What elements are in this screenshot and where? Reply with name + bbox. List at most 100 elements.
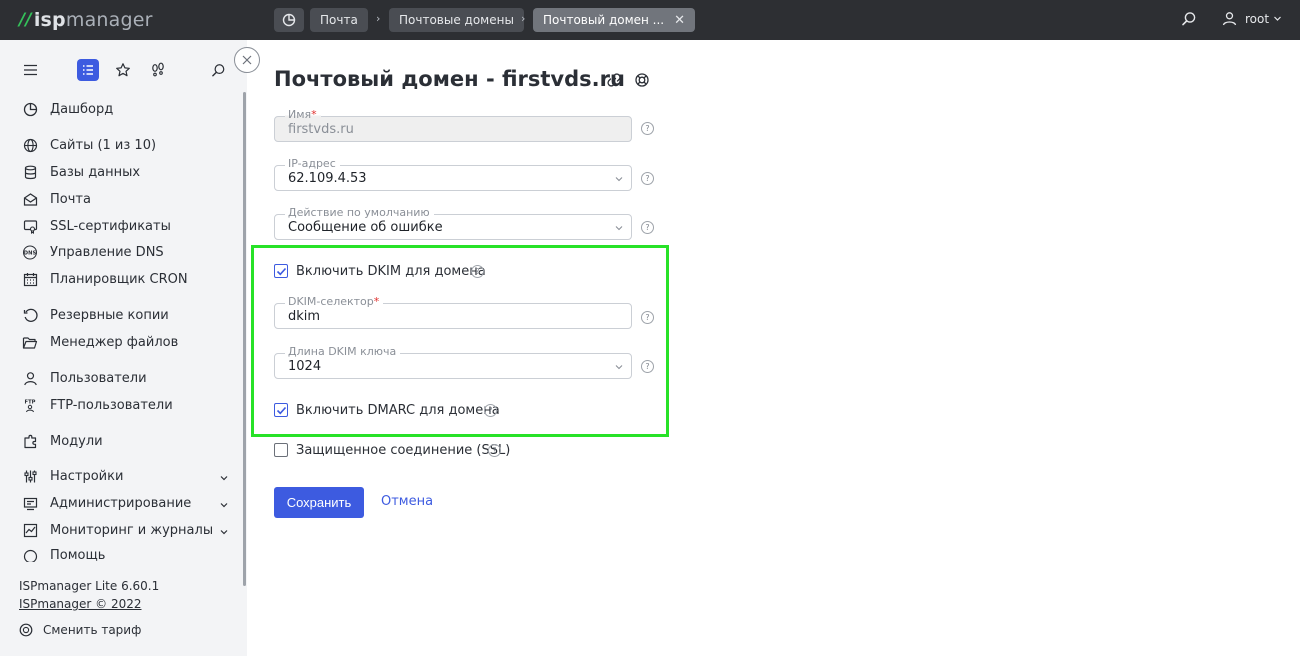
dmarc-enable-checkbox[interactable]: Включить DMARC для домена [274, 402, 500, 418]
database-icon [22, 164, 38, 180]
sidebar-item-dns[interactable]: DNS Управление DNS [22, 242, 164, 262]
footsteps-icon [152, 62, 164, 77]
ip-address-select[interactable]: IP-адрес 62.109.4.53 [274, 157, 632, 191]
page-title: Почтовый домен - firstvds.ru [274, 67, 625, 91]
menu-toggle-button[interactable] [19, 59, 41, 81]
sidebar-item-label: Дашборд [50, 101, 114, 117]
chevron-down-icon [615, 226, 623, 231]
dashboard-icon [282, 13, 296, 27]
svg-text:FTP: FTP [25, 399, 36, 405]
sidebar-item-help[interactable]: Помощь [22, 548, 105, 562]
sidebar-item-modules[interactable]: Модули [22, 431, 103, 451]
checkbox-box[interactable] [274, 264, 288, 278]
default-action-select[interactable]: Действие по умолчанию Сообщение об ошибк… [274, 206, 632, 240]
dkim-length-label: Длина DKIM ключа [285, 345, 401, 359]
sidebar-item-label: Мониторинг и журналы [50, 522, 214, 538]
menu-list-view-button[interactable] [77, 59, 99, 81]
dns-icon: DNS [22, 244, 38, 260]
sidebar-item-label: Сайты (1 из 10) [50, 137, 157, 153]
checkmark-icon [276, 267, 286, 275]
sidebar-item-backups[interactable]: Резервные копии [22, 305, 169, 325]
close-tab-icon[interactable]: ✕ [674, 13, 685, 28]
sidebar-scrollbar[interactable] [243, 92, 246, 586]
logo-mark-icon: // [19, 10, 32, 30]
mail-icon [22, 191, 38, 207]
sidebar-item-label: Помощь [50, 548, 106, 562]
breadcrumb-label: Почтовый домен ... [543, 13, 665, 27]
sidebar: Дашборд Сайты (1 из 10) Базы данных Почт… [0, 40, 247, 656]
help-icon[interactable]: ? [641, 172, 654, 185]
user-menu[interactable]: root [1222, 11, 1282, 26]
certificate-icon [22, 218, 38, 234]
chevron-down-icon[interactable] [219, 527, 229, 537]
chevron-down-icon[interactable] [219, 473, 229, 483]
sidebar-item-cron[interactable]: Планировщик CRON [22, 269, 188, 289]
breadcrumb-home-button[interactable] [274, 8, 304, 32]
plan-icon [19, 623, 33, 637]
ssl-checkbox[interactable]: Защищенное соединение (SSL) [274, 442, 510, 458]
sidebar-item-label: Администрирование [50, 495, 192, 511]
sidebar-item-file-manager[interactable]: Менеджер файлов [22, 332, 178, 352]
dkim-length-value: 1024 [288, 359, 322, 374]
dkim-length-select[interactable]: Длина DKIM ключа 1024 [274, 345, 632, 379]
sidebar-toolbar [0, 59, 247, 81]
default-action-value: Сообщение об ошибке [288, 220, 443, 235]
sidebar-item-label: Резервные копии [50, 307, 169, 323]
dkim-enable-checkbox[interactable]: Включить DKIM для домена [274, 263, 486, 279]
sidebar-item-label: FTP-пользователи [50, 397, 173, 413]
name-field: Имя* firstvds.ru [274, 108, 632, 142]
checkbox-box[interactable] [274, 403, 288, 417]
sidebar-item-ssl[interactable]: SSL-сертификаты [22, 216, 171, 236]
recent-button[interactable] [147, 59, 169, 81]
ip-address-value: 62.109.4.53 [288, 171, 367, 186]
sidebar-collapse-button[interactable] [234, 47, 260, 73]
hamburger-icon [23, 64, 37, 76]
help-icon[interactable]: ? [641, 311, 654, 324]
sidebar-item-databases[interactable]: Базы данных [22, 162, 140, 182]
modules-icon [22, 433, 38, 449]
dkim-selector-field[interactable]: DKIM-селектор* dkim [274, 295, 632, 329]
backup-icon [22, 307, 38, 323]
top-bar: // isp manager Почта › Почтовые домены › … [0, 0, 1300, 40]
cancel-link[interactable]: Отмена [381, 494, 433, 509]
favorites-button[interactable] [112, 59, 134, 81]
search-icon [211, 63, 224, 76]
sidebar-item-ftp-users[interactable]: FTP FTP-пользователи [22, 395, 173, 415]
user-icon [22, 370, 38, 386]
sidebar-item-sites[interactable]: Сайты (1 из 10) [22, 135, 156, 155]
breadcrumb-label: Почта [320, 13, 358, 27]
sidebar-search-button[interactable] [207, 59, 229, 81]
sidebar-item-mail[interactable]: Почта [22, 189, 91, 209]
name-field-value: firstvds.ru [288, 122, 354, 137]
sidebar-item-monitoring[interactable]: Мониторинг и журналы [22, 520, 213, 540]
sidebar-item-users[interactable]: Пользователи [22, 368, 147, 388]
sidebar-item-settings[interactable]: Настройки [22, 466, 123, 486]
search-button[interactable] [1181, 11, 1197, 31]
globe-icon [22, 137, 38, 153]
help-icon[interactable]: ? [641, 122, 654, 135]
help-icon[interactable]: ? [641, 360, 654, 373]
save-button[interactable]: Сохранить [274, 487, 364, 518]
checkbox-box[interactable] [274, 443, 288, 457]
sidebar-item-dashboard[interactable]: Дашборд [22, 99, 113, 119]
lifebuoy-icon[interactable] [634, 72, 650, 88]
help-icon[interactable]: ? [484, 404, 497, 417]
breadcrumb-mail-domains[interactable]: Почтовые домены [389, 8, 524, 32]
link-icon[interactable] [606, 72, 622, 88]
chevron-down-icon [615, 365, 623, 370]
name-field-label: Имя* [285, 108, 321, 122]
chevron-down-icon[interactable] [219, 500, 229, 510]
breadcrumb-mail-domain-current[interactable]: Почтовый домен ... ✕ [533, 8, 696, 32]
change-plan-button[interactable]: Сменить тариф [19, 623, 141, 637]
settings-icon [22, 468, 38, 484]
help-icon[interactable]: ? [488, 444, 501, 457]
copyright-link[interactable]: ISPmanager © 2022 [19, 597, 142, 611]
ispmanager-logo[interactable]: // isp manager [19, 9, 153, 31]
help-icon[interactable]: ? [471, 265, 484, 278]
dashboard-icon [22, 101, 38, 117]
monitoring-icon [22, 522, 38, 538]
sidebar-item-label: Менеджер файлов [50, 334, 179, 350]
help-icon[interactable]: ? [641, 221, 654, 234]
breadcrumb-mail[interactable]: Почта [310, 8, 368, 32]
sidebar-item-administration[interactable]: Администрирование [22, 493, 191, 513]
